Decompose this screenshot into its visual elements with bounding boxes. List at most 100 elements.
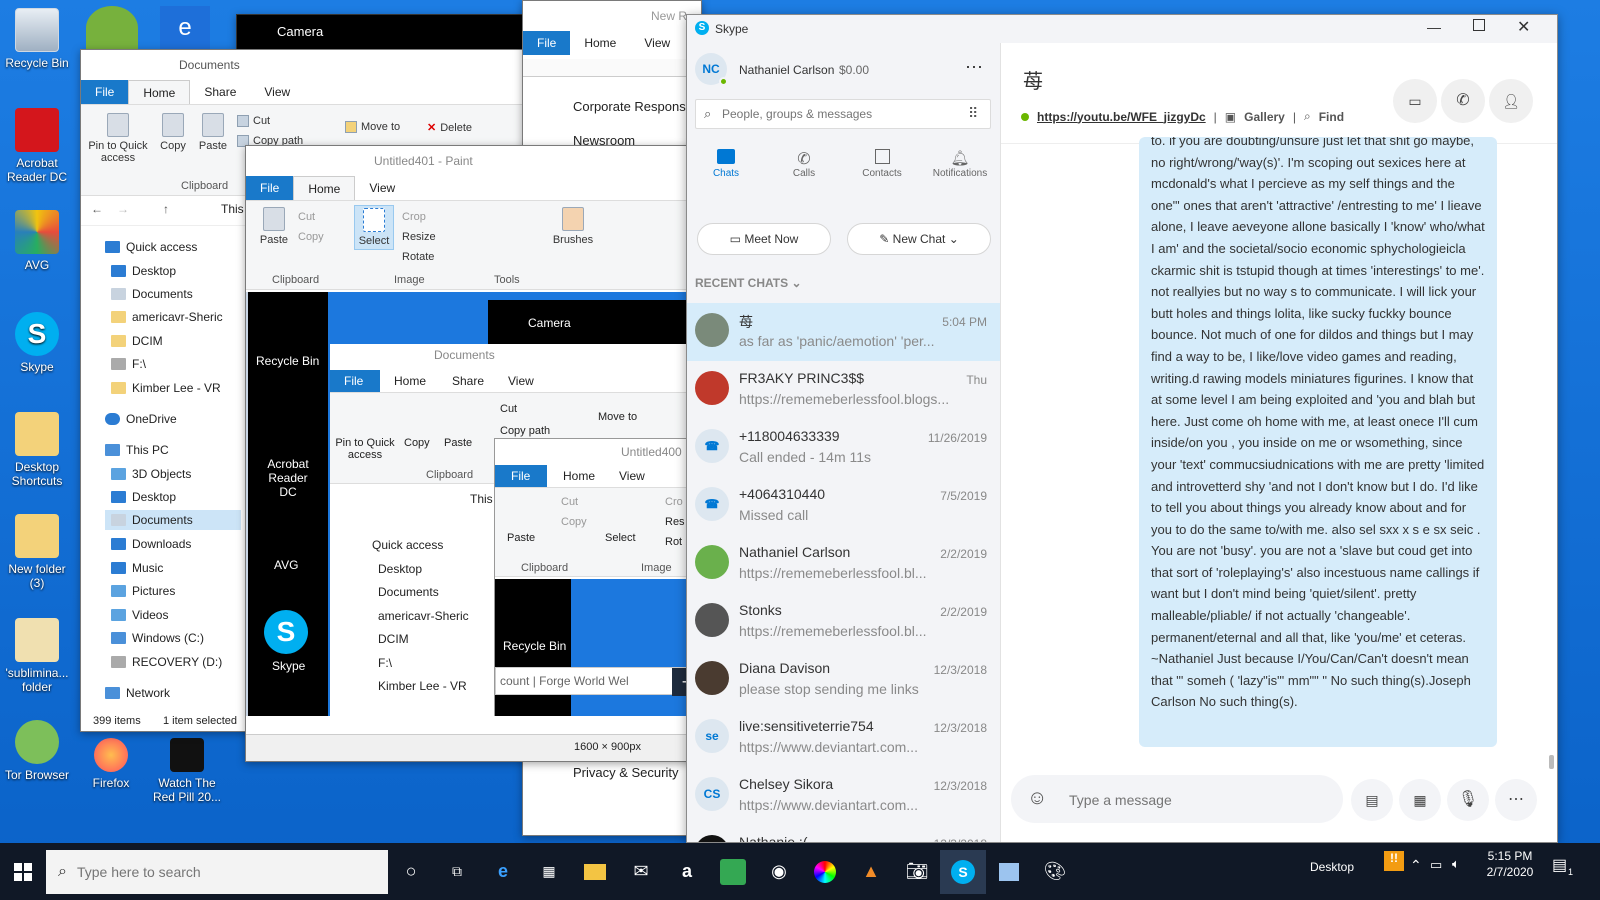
desktop-icon-skype[interactable]: S Skype (0, 312, 74, 374)
wordpad-tab-file[interactable]: File (523, 31, 571, 55)
desktop-icon-red-pill[interactable]: Watch The Red Pill 20... (150, 738, 224, 804)
more-actions-button[interactable]: ⋯ (1495, 779, 1537, 821)
close-icon[interactable]: ✕ (1517, 17, 1530, 37)
nav-music[interactable]: Music (111, 561, 163, 575)
taskbar-mail[interactable]: ✉ (618, 850, 664, 894)
nav-kimber[interactable]: Kimber Lee - VR (111, 381, 221, 395)
search-box[interactable]: ⌕ ⠿ (695, 99, 991, 129)
taskbar-skype[interactable]: S (940, 849, 986, 894)
tab-view[interactable]: View (250, 80, 304, 104)
move-to-button[interactable]: Move to (345, 121, 400, 133)
desktop-icon-desktop-shortcuts[interactable]: Desktop Shortcuts (0, 412, 74, 488)
address-bar[interactable]: This (221, 202, 244, 216)
find-link[interactable]: Find (1319, 110, 1344, 124)
nav-americavr[interactable]: americavr-Sheric (111, 310, 223, 324)
nav-windows-c[interactable]: Windows (C:) (111, 631, 204, 645)
taskbar-amazon[interactable]: a (664, 850, 710, 894)
taskbar-edge[interactable]: e (480, 850, 526, 894)
nav-downloads[interactable]: Downloads (111, 537, 191, 551)
add-people-button[interactable]: 👤︎ (1489, 79, 1533, 123)
search-input[interactable] (722, 104, 952, 124)
new-chat-button[interactable]: ✎ New Chat ⌄ (847, 223, 991, 255)
camera-window[interactable]: Camera (236, 14, 546, 50)
taskbar-explorer[interactable] (572, 850, 618, 894)
nav-network[interactable]: Network (105, 686, 170, 700)
taskbar-store[interactable]: ▦ (526, 850, 572, 894)
paint-rotate-button[interactable]: Rotate (402, 251, 434, 263)
desktop-toolbar[interactable]: Desktop (1310, 860, 1354, 874)
minimize-icon[interactable]: — (1427, 19, 1441, 35)
copy-button[interactable]: Copy (153, 113, 193, 152)
taskbar-paint[interactable] (986, 850, 1032, 894)
nav-onedrive[interactable]: OneDrive (105, 412, 177, 426)
nav-tab-calls[interactable]: ✆ Calls (775, 149, 833, 179)
task-view-button[interactable]: ⧉ (434, 850, 480, 894)
profile-name[interactable]: Nathaniel Carlson (739, 63, 834, 77)
voice-message-button[interactable]: 🎙︎ (1447, 779, 1489, 821)
desktop-icon-sublimina-folder[interactable]: 'sublimina... folder (0, 618, 74, 694)
skype-window[interactable]: S Skype — ✕ NC Nathaniel Carlson $0.00 ⋯… (686, 14, 1558, 843)
wordpad-tab-view[interactable]: View (630, 31, 684, 55)
paint-select-button[interactable]: Select (354, 205, 394, 250)
chat-list-item[interactable]: Nathaniel Carlson https://rememeberlessfo… (687, 535, 1000, 593)
nav-tab-chats[interactable]: Chats (697, 149, 755, 179)
attach-media-button[interactable]: ▤ (1351, 779, 1393, 821)
video-call-button[interactable]: ▭ (1393, 79, 1437, 123)
chat-list-item[interactable]: Diana Davison please stop sending me link… (687, 651, 1000, 709)
more-options-icon[interactable]: ⋯ (965, 57, 983, 78)
cut-button[interactable]: Cut (237, 115, 270, 127)
chat-list-item[interactable]: FR3AKY PRINC3$$ https://rememeberlessfool… (687, 361, 1000, 419)
pin-quick-access-button[interactable]: Pin to Quick access (85, 113, 151, 164)
taskbar-camera[interactable]: 📷︎ (894, 850, 940, 894)
notification-badge-icon[interactable]: !! (1384, 851, 1404, 871)
chat-list-item[interactable]: 苺 as far as 'panic/aemotion' 'per... 5:04 … (687, 303, 1000, 361)
recent-chats-header[interactable]: RECENT CHATS ⌄ (695, 276, 802, 290)
paint-resize-button[interactable]: Resize (402, 231, 436, 243)
tab-share[interactable]: Share (190, 80, 250, 104)
meet-now-button[interactable]: ▭ Meet Now (697, 223, 831, 255)
taskbar-app-color[interactable] (802, 850, 848, 894)
taskbar-paint-app[interactable]: 🎨︎ (1032, 850, 1078, 894)
message-bubble[interactable]: to. if you are doubting/unsure just let … (1139, 137, 1497, 747)
nav-quick-access[interactable]: Quick access (105, 240, 197, 254)
audio-call-button[interactable]: ✆ (1441, 79, 1485, 123)
back-icon[interactable]: ← (91, 202, 103, 216)
action-center-icon[interactable]: ▤ (1552, 855, 1567, 875)
chat-list-item[interactable]: CS Chelsey Sikora https://www.deviantart.c… (687, 767, 1000, 825)
clock[interactable]: 5:15 PM 2/7/2020 (1480, 848, 1540, 880)
desktop-icon-new-folder[interactable]: New folder (3) (0, 514, 74, 590)
message-input[interactable] (1069, 789, 1319, 811)
desktop-icon-tor[interactable]: Tor Browser (0, 720, 74, 782)
desktop-icon-firefox[interactable]: Firefox (74, 738, 148, 790)
tab-file[interactable]: File (81, 80, 129, 104)
nav-f-drive[interactable]: F:\ (111, 357, 146, 371)
nav-desktop-2[interactable]: Desktop (111, 490, 176, 504)
paint-brushes-button[interactable]: Brushes (548, 207, 598, 246)
conversation-link[interactable]: https://youtu.be/WFE_jizgyDc (1037, 110, 1206, 124)
emoji-icon[interactable]: ☺ (1027, 787, 1047, 810)
scrollbar-thumb[interactable] (1549, 755, 1554, 769)
taskbar-vlc[interactable]: ▲ (848, 850, 894, 894)
up-icon[interactable]: ↑ (163, 202, 169, 216)
taskbar-tripadvisor[interactable] (710, 850, 756, 894)
explorer-titlebar[interactable]: Documents (81, 50, 529, 80)
nav-desktop[interactable]: Desktop (111, 264, 176, 278)
taskbar-search-input[interactable] (76, 863, 357, 880)
paint-crop-button[interactable]: Crop (402, 211, 426, 223)
chat-list-item[interactable]: Nathanie :(12/3/2018 (687, 825, 1000, 842)
nav-dcim[interactable]: DCIM (111, 334, 163, 348)
paint-copy-button[interactable]: Copy (298, 231, 324, 243)
desktop-icon-acrobat[interactable]: Acrobat Reader DC (0, 108, 74, 184)
cortana-button[interactable]: ○ (388, 850, 434, 894)
conversation-avatar[interactable]: 苺 (1023, 65, 1043, 94)
nav-documents[interactable]: Documents (111, 287, 193, 301)
paint-tab-home[interactable]: Home (293, 176, 356, 200)
contact-card-button[interactable]: ▦ (1399, 779, 1441, 821)
volume-icon[interactable]: 🔈︎ (1452, 856, 1460, 872)
nav-tab-contacts[interactable]: Contacts (853, 149, 911, 179)
gallery-link[interactable]: Gallery (1244, 110, 1285, 124)
paint-cut-button[interactable]: Cut (298, 211, 315, 223)
desktop-icon-avg[interactable]: AVG (0, 210, 74, 272)
paste-button[interactable]: Paste (193, 113, 233, 152)
nav-tab-notifications[interactable]: 🔔︎ Notifications (925, 149, 995, 179)
